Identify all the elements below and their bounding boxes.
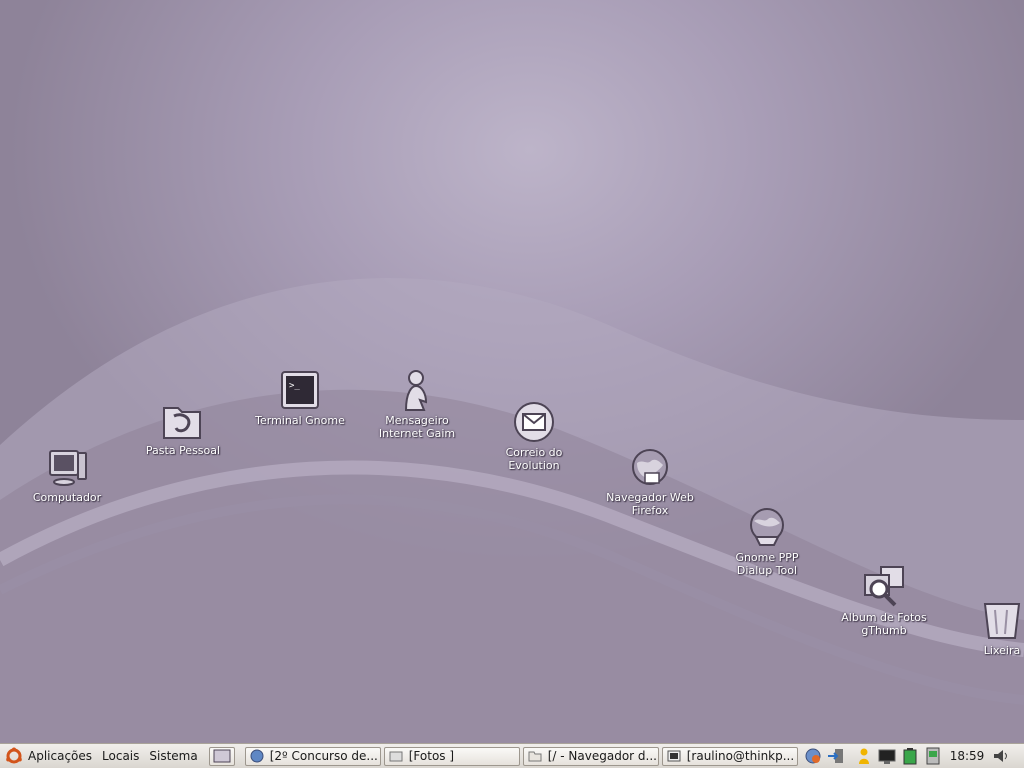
taskbar-item-label: [Fotos ] xyxy=(408,749,455,763)
desktop-icon-terminal[interactable]: >_ Terminal Gnome xyxy=(240,368,360,427)
desktop-icon-label: Correio do Evolution xyxy=(505,446,563,472)
show-desktop-icon xyxy=(213,749,231,763)
taskbar-item-label: [/ - Navegador d... xyxy=(547,749,657,763)
network-icon[interactable] xyxy=(804,747,822,765)
taskbar-item-label: [2º Concurso de... xyxy=(269,749,378,763)
dialup-icon xyxy=(750,508,784,546)
applications-menu-label: Aplicações xyxy=(28,749,93,763)
places-menu-label: Locais xyxy=(102,749,140,763)
browser-icon xyxy=(250,749,264,763)
svg-text:>_: >_ xyxy=(289,381,300,391)
system-menu-label: Sistema xyxy=(149,749,198,763)
desktop-icon-label: Navegador Web Firefox xyxy=(606,491,694,517)
desktop-icon-label: Gnome PPP Dialup Tool xyxy=(735,551,799,577)
computer-icon xyxy=(49,450,87,486)
terminal-icon xyxy=(667,750,681,762)
logout-icon[interactable] xyxy=(827,747,845,765)
taskbar-item-nautilus[interactable]: [/ - Navegador d... xyxy=(522,746,659,766)
terminal-icon: >_ xyxy=(281,371,319,409)
taskbar-item-fotos[interactable]: [Fotos ] xyxy=(383,746,520,766)
display-icon[interactable] xyxy=(878,747,896,765)
clock[interactable]: 18:59 xyxy=(950,749,985,763)
user-icon[interactable] xyxy=(855,747,873,765)
desktop-icon-computador[interactable]: Computador xyxy=(7,445,127,504)
folder-icon xyxy=(528,751,542,762)
desktop-icon-gnome-ppp[interactable]: Gnome PPP Dialup Tool xyxy=(707,505,827,577)
home-folder-icon xyxy=(163,407,201,439)
desktop-icon-label: Album de Fotos gThumb xyxy=(841,611,927,637)
volume-icon[interactable] xyxy=(992,747,1010,765)
photo-album-icon xyxy=(864,566,904,607)
desktop-icon-pasta-pessoal[interactable]: Pasta Pessoal xyxy=(123,398,243,457)
taskbar-item-terminal[interactable]: [raulino@thinkp... xyxy=(661,746,798,766)
image-viewer-icon xyxy=(389,751,403,762)
desktop-icon-label: Lixeira xyxy=(983,644,1021,657)
bottom-panel: Aplicações Locais Sistema [2º Concurso d… xyxy=(0,743,1024,768)
desktop-icon-gthumb[interactable]: Album de Fotos gThumb xyxy=(824,565,944,637)
ubuntu-logo-icon xyxy=(6,747,22,764)
places-menu[interactable]: Locais xyxy=(97,744,144,768)
desktop-icon-lixeira[interactable]: Lixeira xyxy=(942,598,1024,657)
battery-icon[interactable] xyxy=(901,747,919,765)
show-desktop-button[interactable] xyxy=(208,746,235,766)
trash-icon xyxy=(983,603,1021,639)
system-menu[interactable]: Sistema xyxy=(144,744,202,768)
globe-icon xyxy=(632,449,668,485)
mail-icon xyxy=(514,402,554,442)
desktop-icon-firefox[interactable]: Navegador Web Firefox xyxy=(590,445,710,517)
desktop-icon-label: Pasta Pessoal xyxy=(145,444,221,457)
memory-card-icon[interactable] xyxy=(924,747,942,765)
desktop-icon-evolution[interactable]: Correio do Evolution xyxy=(474,400,594,472)
desktop-icon-label: Mensageiro Internet Gaim xyxy=(378,414,456,440)
applications-menu[interactable]: Aplicações xyxy=(0,744,97,768)
desktop-icon-label: Computador xyxy=(32,491,102,504)
taskbar-item-browser[interactable]: [2º Concurso de... xyxy=(244,746,381,766)
taskbar-item-label: [raulino@thinkp... xyxy=(686,749,795,763)
desktop-icon-label: Terminal Gnome xyxy=(255,414,345,427)
messenger-icon xyxy=(404,370,428,411)
desktop-icon-gaim[interactable]: Mensageiro Internet Gaim xyxy=(357,368,477,440)
